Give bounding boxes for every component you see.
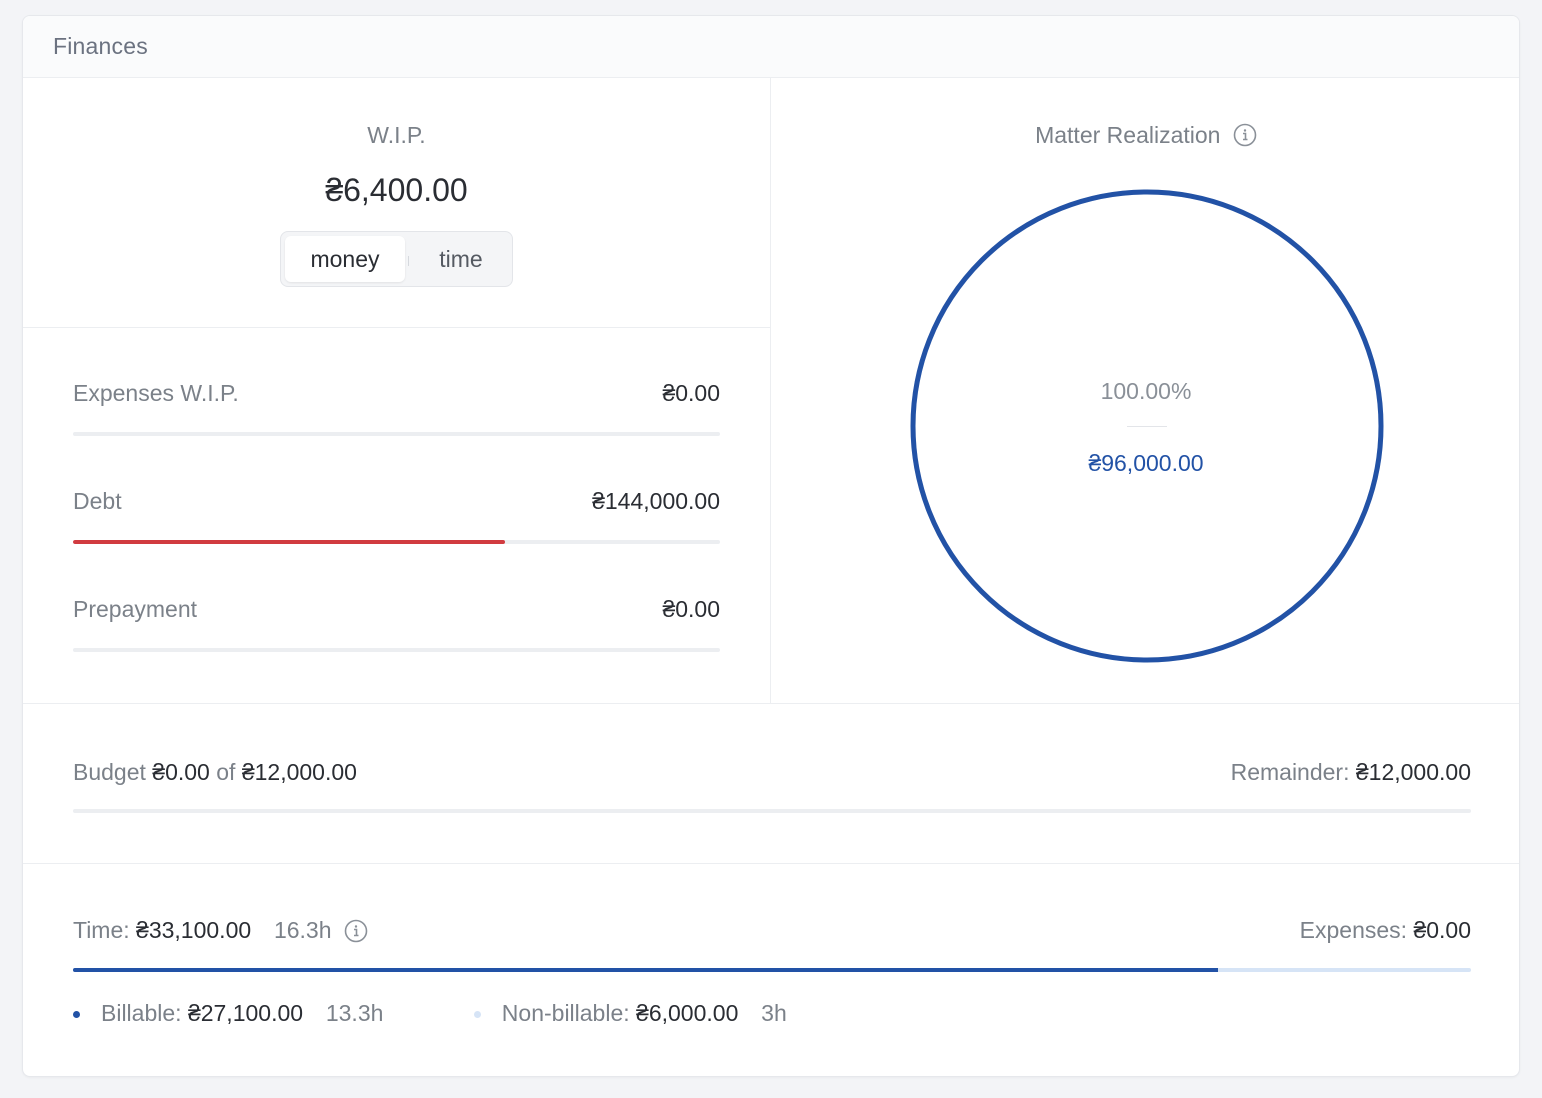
non-billable-label: Non-billable:	[501, 1000, 630, 1026]
stat-label: Prepayment	[73, 596, 198, 622]
time-progress-fill	[73, 968, 1218, 972]
stat-progress-bar	[73, 648, 720, 652]
expenses-summary: Expenses: ₴0.00	[1300, 917, 1471, 944]
stat-label: Expenses W.I.P.	[73, 380, 239, 406]
toggle-time[interactable]: time	[411, 236, 511, 282]
remainder-value: ₴12,000.00	[1355, 759, 1471, 785]
time-legend: Billable: ₴27,100.00 13.3h Non-billable:…	[73, 1000, 787, 1027]
wip-panel: W.I.P. ₴6,400.00 money time	[23, 78, 771, 328]
card-header: Finances	[23, 16, 1519, 78]
stat-row-expenses-wip: Expenses W.I.P. ₴0.00	[73, 380, 720, 488]
stat-row-debt: Debt ₴144,000.00	[73, 488, 720, 596]
realization-panel: Matter Realization 100.00% ₴96,000.00	[771, 78, 1519, 704]
realization-header: Matter Realization	[771, 122, 1519, 149]
budget-total: ₴12,000.00	[241, 759, 357, 785]
stat-value: ₴0.00	[662, 596, 720, 622]
stat-progress-fill	[73, 540, 505, 544]
legend-billable: Billable: ₴27,100.00 13.3h	[73, 1000, 383, 1027]
time-progress-bar	[73, 968, 1471, 972]
stat-progress-bar	[73, 432, 720, 436]
expenses-value: ₴0.00	[1413, 917, 1471, 943]
billable-dot-icon	[73, 1011, 80, 1018]
billable-label: Billable:	[101, 1000, 182, 1026]
stat-value: ₴0.00	[662, 380, 720, 406]
card-title: Finances	[53, 33, 148, 59]
stats-panel: Expenses W.I.P. ₴0.00 Debt ₴144,000.00 P…	[23, 328, 771, 704]
wip-value: ₴6,400.00	[325, 172, 468, 208]
time-hours: 16.3h	[273, 917, 332, 943]
budget-progress-bar	[73, 809, 1471, 813]
budget-panel: Budget ₴0.00 of ₴12,000.00 Remainder: ₴1…	[23, 704, 1519, 864]
budget-spent: ₴0.00	[152, 759, 210, 785]
toggle-money[interactable]: money	[285, 236, 405, 282]
toggle-separator	[408, 256, 409, 266]
time-panel: Time: ₴33,100.00 16.3h Expenses: ₴0.00 B…	[23, 864, 1519, 1076]
legend-non-billable: Non-billable: ₴6,000.00 3h	[473, 1000, 787, 1027]
stat-row-prepayment: Prepayment ₴0.00	[73, 596, 720, 704]
info-icon[interactable]	[344, 919, 368, 943]
non-billable-hours: 3h	[761, 1000, 787, 1026]
budget-of: of	[216, 759, 236, 785]
realization-divider	[1127, 426, 1167, 427]
stat-label: Debt	[73, 488, 122, 514]
billable-hours: 13.3h	[325, 1000, 384, 1026]
realization-amount: ₴96,000.00	[1088, 450, 1204, 476]
money-time-toggle[interactable]: money time	[280, 231, 513, 287]
stat-value: ₴144,000.00	[592, 488, 720, 514]
realization-title: Matter Realization	[1035, 122, 1221, 148]
stat-progress-bar	[73, 540, 720, 544]
non-billable-dot-icon	[473, 1011, 481, 1018]
budget-summary: Budget ₴0.00 of ₴12,000.00	[73, 759, 357, 786]
billable-amount: ₴27,100.00	[187, 1000, 304, 1026]
realization-percent: 100.00%	[1100, 378, 1192, 404]
time-amount: ₴33,100.00	[136, 917, 252, 943]
info-icon[interactable]	[1233, 123, 1257, 147]
time-label: Time:	[73, 917, 130, 943]
time-summary: Time: ₴33,100.00 16.3h	[73, 917, 368, 944]
non-billable-amount: ₴6,000.00	[636, 1000, 739, 1026]
budget-label: Budget	[73, 759, 146, 785]
finances-card: Finances W.I.P. ₴6,400.00 money time Exp…	[22, 15, 1520, 1077]
wip-label: W.I.P.	[367, 122, 426, 148]
budget-remainder: Remainder: ₴12,000.00	[1231, 759, 1471, 786]
remainder-label: Remainder:	[1230, 759, 1350, 785]
expenses-label: Expenses:	[1299, 917, 1408, 943]
